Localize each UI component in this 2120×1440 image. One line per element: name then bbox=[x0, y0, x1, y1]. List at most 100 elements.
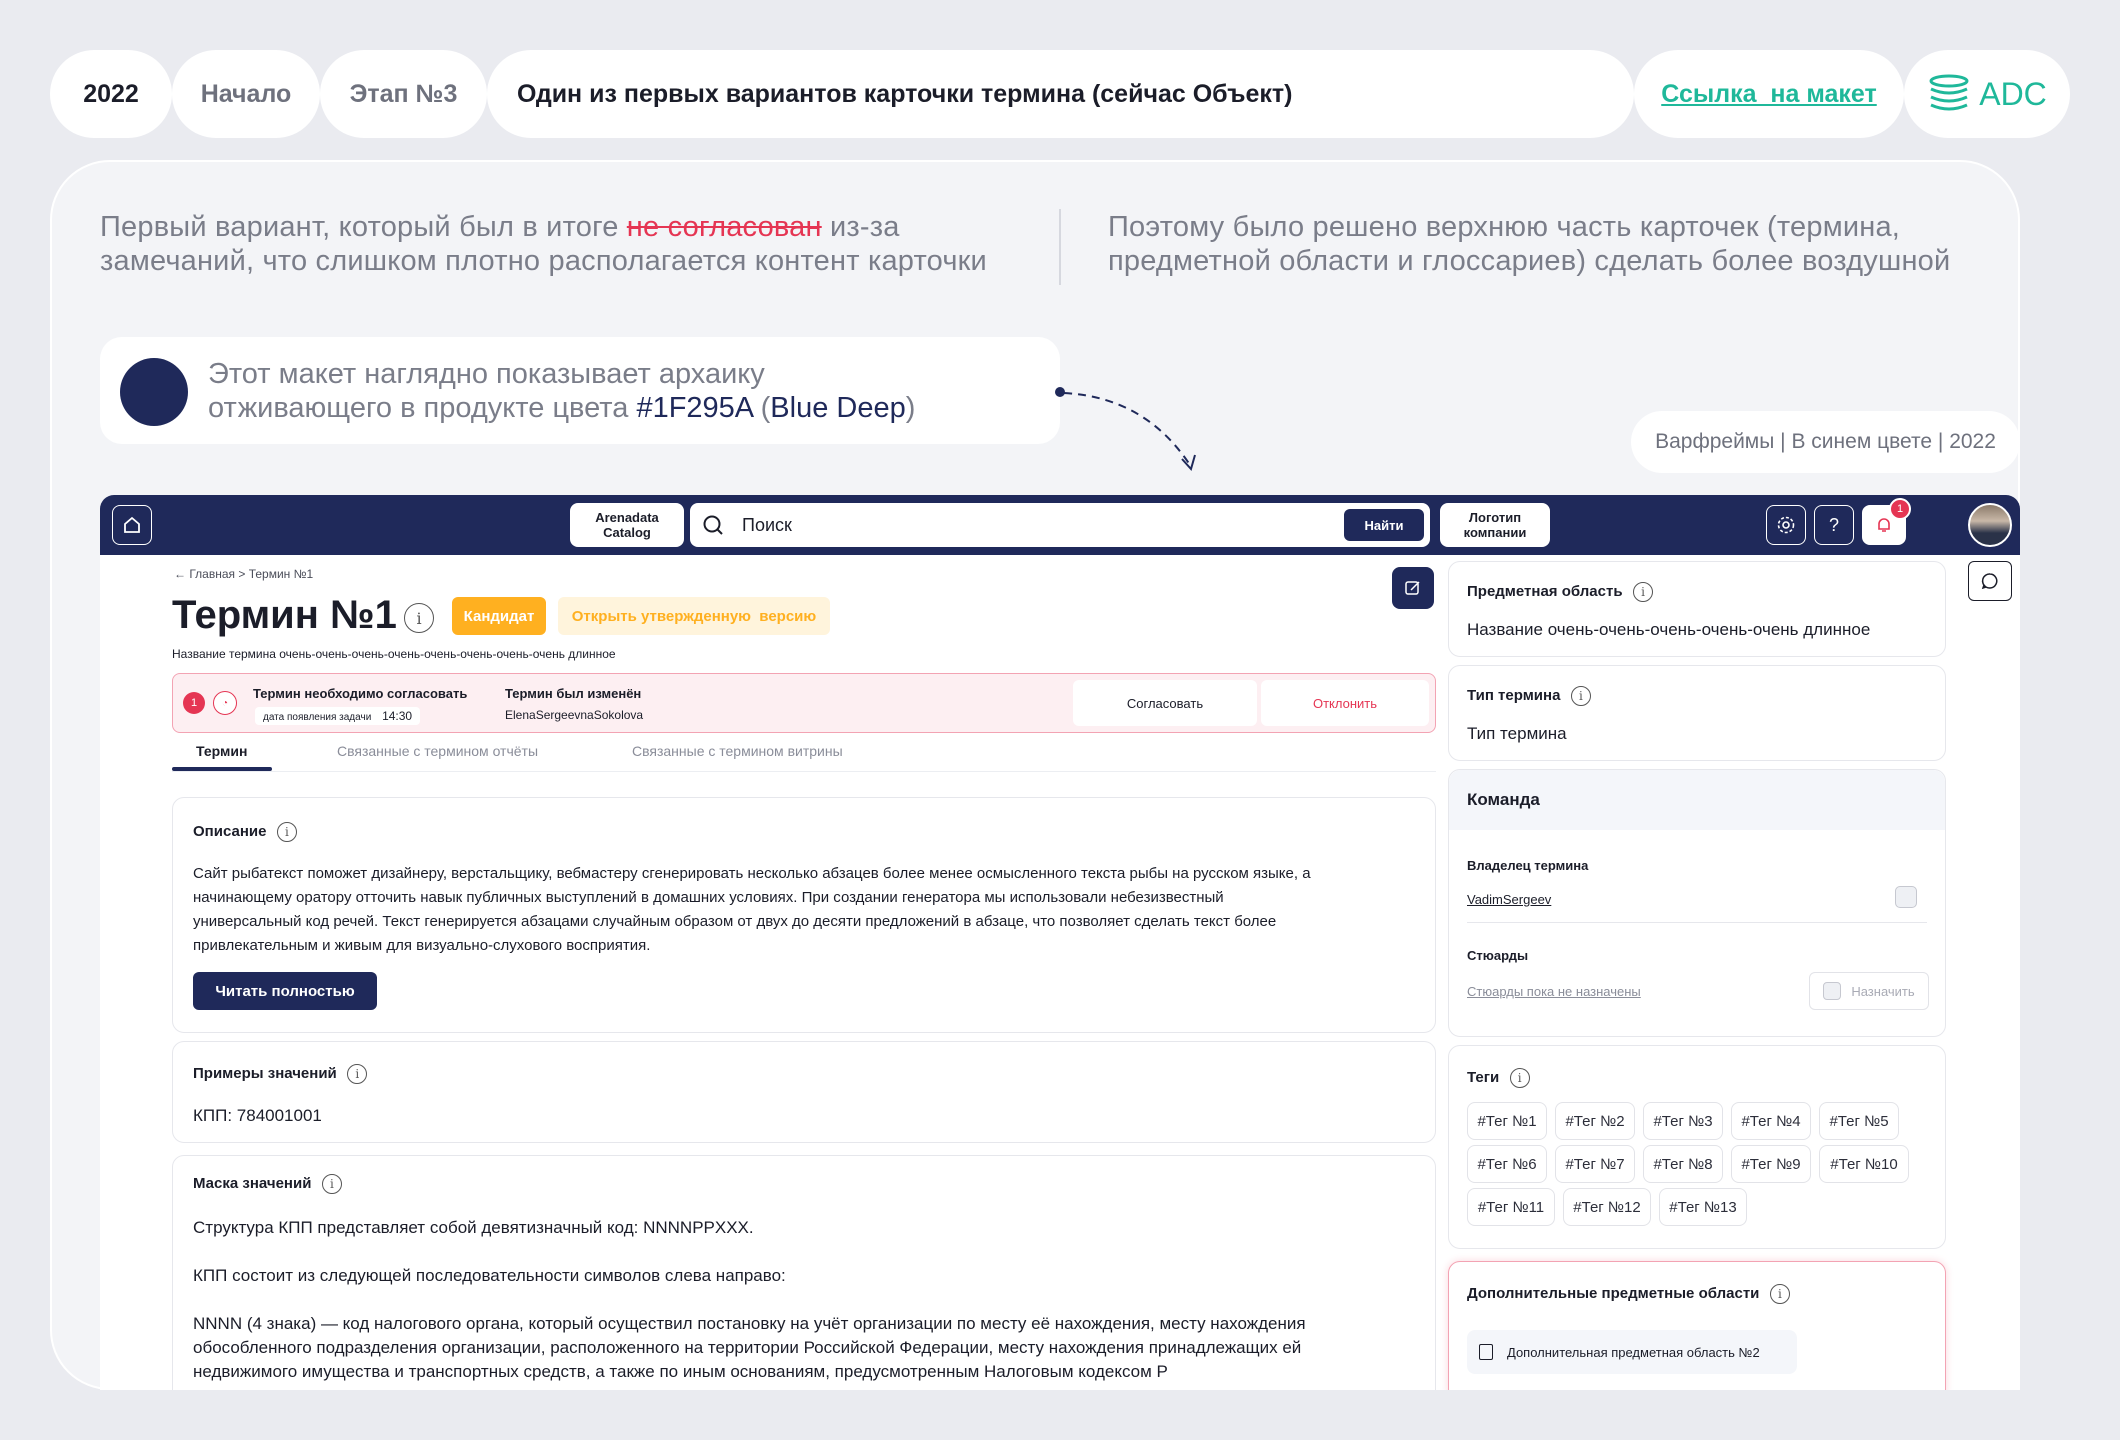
info-icon[interactable]: i bbox=[276, 822, 297, 842]
tag-chip[interactable]: #Тег №8 bbox=[1643, 1145, 1723, 1183]
color-note: Этот макет наглядно показывает архаику о… bbox=[100, 337, 1060, 444]
adc-logo-text: ADC bbox=[1979, 75, 2047, 112]
alert-title: Термин необходимо согласовать bbox=[253, 686, 468, 701]
assign-icon bbox=[1823, 982, 1842, 1000]
term-type-card: Тип термина i Тип термина bbox=[1448, 665, 1946, 761]
examples-label: Примеры значений bbox=[193, 1065, 337, 1083]
find-button[interactable]: Найти bbox=[1344, 509, 1424, 541]
info-icon[interactable]: i bbox=[321, 1174, 342, 1194]
read-more-button[interactable]: Читать полностью bbox=[193, 972, 377, 1010]
description-label: Описание bbox=[193, 823, 267, 841]
alert-changed-title: Термин был изменён bbox=[505, 686, 642, 701]
tag-chip[interactable]: #Тег №6 bbox=[1467, 1145, 1547, 1183]
year-pill: 2022 bbox=[50, 50, 172, 138]
description-card: Описание i Сайт рыбатекст поможет дизайн… bbox=[172, 797, 1436, 1033]
tag-chip[interactable]: #Тег №7 bbox=[1555, 1145, 1635, 1183]
home-icon bbox=[124, 516, 140, 533]
info-icon[interactable]: i bbox=[1509, 1068, 1530, 1088]
wireframe-label: Варфреймы | В синем цвете | 2022 bbox=[1631, 411, 2020, 473]
catalog-button[interactable]: Arenadata Catalog bbox=[570, 503, 684, 547]
stewards-label: Стюарды bbox=[1467, 948, 1529, 963]
owner-edit-button[interactable] bbox=[1895, 886, 1917, 908]
tag-chip[interactable]: #Тег №11 bbox=[1467, 1188, 1555, 1226]
extra-subject-areas-label: Дополнительные предметные области bbox=[1467, 1285, 1760, 1303]
term-subtitle: Название термина очень-очень-очень-очень… bbox=[172, 647, 616, 661]
extra-subject-area-item[interactable]: Дополнительная предметная область №2 bbox=[1467, 1330, 1797, 1374]
tab-showcases[interactable]: Связанные с термином витрины bbox=[632, 743, 843, 759]
mask-card: Маска значений i Структура КПП представл… bbox=[172, 1155, 1436, 1390]
note-text: Этот макет наглядно показывает архаику о… bbox=[208, 358, 916, 424]
home-button[interactable] bbox=[112, 505, 152, 545]
bell-icon bbox=[1878, 518, 1890, 532]
subject-area-label: Предметная область bbox=[1467, 583, 1623, 601]
intro-right: Поэтому было решено верхнюю часть карточ… bbox=[1108, 211, 1951, 277]
tag-chip[interactable]: #Тег №4 bbox=[1731, 1102, 1811, 1140]
alert-changed-by: ElenaSergeevnaSokolova bbox=[505, 708, 644, 722]
notifications-button[interactable]: 1 bbox=[1862, 498, 1911, 545]
intro-left: Первый вариант, который был в итоге не с… bbox=[100, 211, 987, 277]
adc-logo-icon bbox=[1929, 74, 1969, 111]
comments-button[interactable] bbox=[1968, 561, 2012, 601]
tab-term[interactable]: Термин bbox=[196, 743, 247, 759]
breadcrumb[interactable]: ← Главная > Термин №1 bbox=[174, 567, 313, 581]
examples-card: Примеры значений i КПП: 784001001 bbox=[172, 1041, 1436, 1143]
team-label: Команда bbox=[1467, 790, 1540, 809]
start-pill[interactable]: Начало bbox=[172, 50, 320, 138]
search-bar[interactable]: Поиск Найти bbox=[690, 503, 1430, 547]
company-logo-placeholder: Логотип компании bbox=[1440, 503, 1550, 547]
settings-button[interactable] bbox=[1766, 505, 1806, 545]
approval-alert: 1 ◔ Термин необходимо согласовать дата п… bbox=[172, 673, 1436, 733]
title-info-icon[interactable]: i bbox=[404, 603, 434, 633]
assign-button[interactable]: Назначить bbox=[1809, 972, 1929, 1010]
page-title-pill: Один из первых вариантов карточки термин… bbox=[487, 50, 1634, 138]
tag-chip[interactable]: #Тег №2 bbox=[1555, 1102, 1635, 1140]
tag-chip[interactable]: #Тег №12 bbox=[1563, 1188, 1651, 1226]
strike-text: не согласован bbox=[626, 211, 822, 243]
tag-chip[interactable]: #Тег №1 bbox=[1467, 1102, 1547, 1140]
edit-icon bbox=[1405, 581, 1420, 595]
candidate-badge: Кандидат bbox=[452, 597, 546, 635]
owner-link[interactable]: VadimSergeev bbox=[1467, 892, 1551, 907]
avatar[interactable] bbox=[1968, 503, 2012, 547]
help-button[interactable]: ? bbox=[1814, 505, 1854, 545]
document-icon bbox=[1479, 1344, 1493, 1360]
tag-chip[interactable]: #Тег №3 bbox=[1643, 1102, 1723, 1140]
info-icon[interactable]: i bbox=[1570, 686, 1591, 706]
info-icon[interactable]: i bbox=[1769, 1284, 1790, 1304]
tab-reports[interactable]: Связанные с термином отчёты bbox=[337, 743, 538, 759]
examples-value: КПП: 784001001 bbox=[193, 1106, 322, 1125]
stage-pill[interactable]: Этап №3 bbox=[320, 50, 487, 138]
tag-chip[interactable]: #Тег №10 bbox=[1819, 1145, 1909, 1183]
subject-area-card: Предметная область i Название очень-очен… bbox=[1448, 561, 1946, 657]
info-icon[interactable]: i bbox=[347, 1064, 368, 1084]
description-text: Сайт рыбатекст поможет дизайнеру, верста… bbox=[193, 865, 1311, 954]
gear-icon bbox=[1777, 516, 1795, 534]
owner-divider bbox=[1467, 922, 1927, 923]
reject-button[interactable]: Отклонить bbox=[1261, 680, 1429, 726]
tags-card: Теги i #Тег №1 #Тег №2 #Тег №3 #Тег №4 #… bbox=[1448, 1045, 1946, 1249]
info-icon[interactable]: i bbox=[1633, 582, 1654, 602]
term-type-label: Тип термина bbox=[1467, 687, 1561, 705]
alert-date-chip: дата появления задачи 14:30 bbox=[255, 707, 421, 725]
approve-button[interactable]: Согласовать bbox=[1073, 680, 1257, 726]
owner-label: Владелец термина bbox=[1467, 858, 1589, 873]
tag-chip[interactable]: #Тег №9 bbox=[1731, 1145, 1811, 1183]
alert-bell-icon: ◔ bbox=[213, 691, 237, 715]
subject-area-value: Название очень-очень-очень-очень-очень д… bbox=[1467, 620, 1871, 639]
intro-divider bbox=[1059, 209, 1061, 285]
search-input[interactable]: Поиск bbox=[742, 515, 792, 536]
tags-label: Теги bbox=[1467, 1069, 1500, 1087]
color-swatch bbox=[120, 358, 188, 426]
edit-button[interactable] bbox=[1392, 567, 1434, 609]
term-type-value: Тип термина bbox=[1467, 724, 1567, 743]
tag-chip[interactable]: #Тег №13 bbox=[1659, 1188, 1747, 1226]
open-approved-version[interactable]: Открыть утвержденную версию bbox=[558, 597, 830, 635]
tabs-divider bbox=[172, 771, 1436, 772]
layout-link[interactable]: Ссылка на макет bbox=[1634, 50, 1904, 138]
app-mockup: Arenadata Catalog Поиск Найти Логотип ко… bbox=[100, 495, 2020, 1390]
term-title: Термин №1 bbox=[172, 593, 397, 637]
layout-link-text[interactable]: Ссылка на макет bbox=[1661, 80, 1877, 109]
extra-subject-areas-card: Дополнительные предметные области i Допо… bbox=[1448, 1261, 1946, 1390]
mask-text: Структура КПП представляет собой девятиз… bbox=[193, 1218, 1306, 1381]
tag-chip[interactable]: #Тег №5 bbox=[1819, 1102, 1899, 1140]
